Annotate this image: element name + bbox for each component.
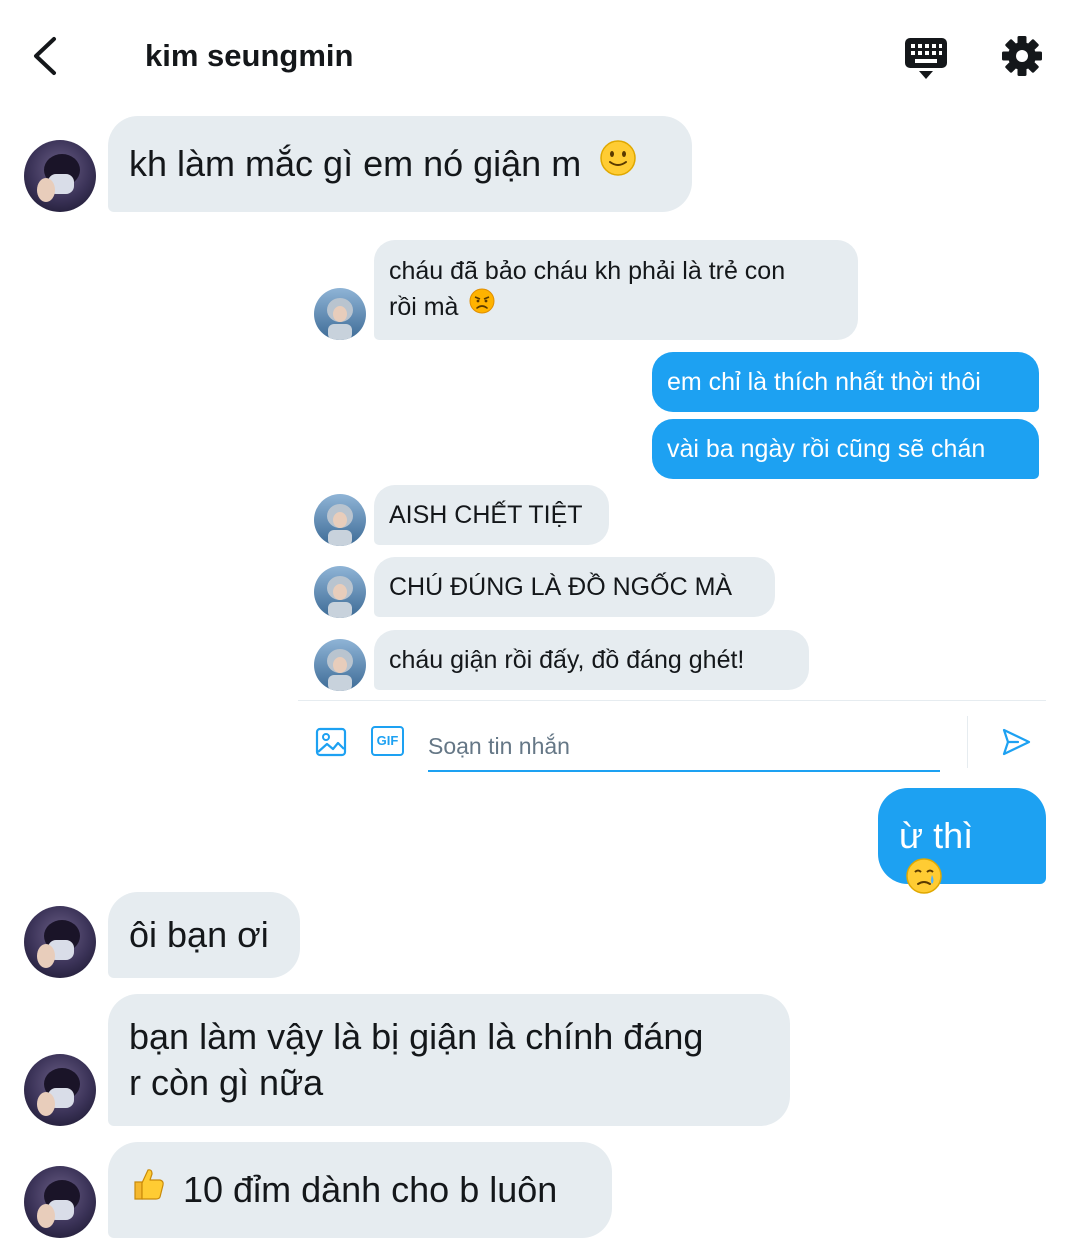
back-button[interactable] [30, 36, 70, 76]
composer-separator [967, 716, 968, 768]
message-bubble[interactable]: bạn làm vậy là bị giận là chính đáng r c… [108, 994, 790, 1126]
message-text: 10 đỉm dành cho b luôn [183, 1169, 558, 1210]
message-text-line: cháu đã bảo cháu kh phải là trẻ con [389, 257, 786, 285]
send-button[interactable] [1000, 726, 1032, 763]
message-bubble[interactable]: em chỉ là thích nhất thời thôi [652, 352, 1039, 412]
image-icon [315, 727, 347, 757]
avatar[interactable] [24, 1054, 96, 1126]
chevron-left-icon [34, 37, 56, 75]
message-bubble[interactable]: cháu giận rồi đấy, đồ đáng ghét! [374, 630, 809, 690]
gif-button[interactable]: GIF [371, 726, 404, 756]
composer-divider [298, 700, 1046, 701]
message-bubble[interactable]: ôi bạn ơi [108, 892, 300, 978]
keyboard-icon [905, 38, 947, 79]
angry-face-icon [469, 288, 495, 324]
gif-icon: GIF [376, 733, 399, 748]
gear-icon [1002, 36, 1042, 76]
message-bubble[interactable]: cháu đã bảo cháu kh phải là trẻ con rồi … [374, 240, 858, 340]
message-bubble[interactable]: kh làm mắc gì em nó giận m [108, 116, 692, 212]
message-text: CHÚ ĐÚNG LÀ ĐỒ NGỐC MÀ [389, 573, 733, 601]
avatar[interactable] [314, 639, 366, 691]
message-bubble[interactable]: ừ thì [878, 788, 1046, 894]
conversation-title: kim seungmin [145, 38, 354, 73]
avatar[interactable] [24, 906, 96, 978]
message-text: ừ thì [899, 815, 974, 856]
settings-button[interactable] [1001, 35, 1043, 77]
compose-message-input[interactable] [428, 722, 940, 772]
send-icon [1002, 728, 1031, 756]
avatar[interactable] [24, 1166, 96, 1238]
message-text: ôi bạn ơi [129, 914, 269, 955]
thumbs-up-icon [129, 1165, 167, 1214]
message-text: kh làm mắc gì em nó giận m [129, 143, 582, 184]
avatar[interactable] [314, 494, 366, 546]
message-text: cháu giận rồi đấy, đồ đáng ghét! [389, 646, 745, 674]
message-bubble[interactable]: AISH CHẾT TIỆT [374, 485, 609, 545]
message-text: vài ba ngày rồi cũng sẽ chán [667, 435, 986, 463]
avatar[interactable] [314, 288, 366, 340]
message-text-line: r còn gì nữa [129, 1062, 324, 1103]
crying-face-icon [905, 857, 943, 906]
avatar[interactable] [314, 566, 366, 618]
message-bubble[interactable]: 10 đỉm dành cho b luôn [108, 1142, 612, 1238]
message-text-line: bạn làm vậy là bị giận là chính đáng [129, 1016, 704, 1057]
message-bubble[interactable]: CHÚ ĐÚNG LÀ ĐỒ NGỐC MÀ [374, 557, 775, 617]
avatar[interactable] [24, 140, 96, 212]
message-text: em chỉ là thích nhất thời thôi [667, 368, 981, 396]
image-button[interactable] [315, 726, 347, 763]
message-bubble[interactable]: vài ba ngày rồi cũng sẽ chán [652, 419, 1039, 479]
keyboard-toggle-button[interactable] [904, 36, 948, 80]
message-text: AISH CHẾT TIỆT [389, 501, 583, 529]
message-text-line: rồi mà [389, 293, 459, 321]
slightly-smiling-face-icon [599, 139, 637, 188]
